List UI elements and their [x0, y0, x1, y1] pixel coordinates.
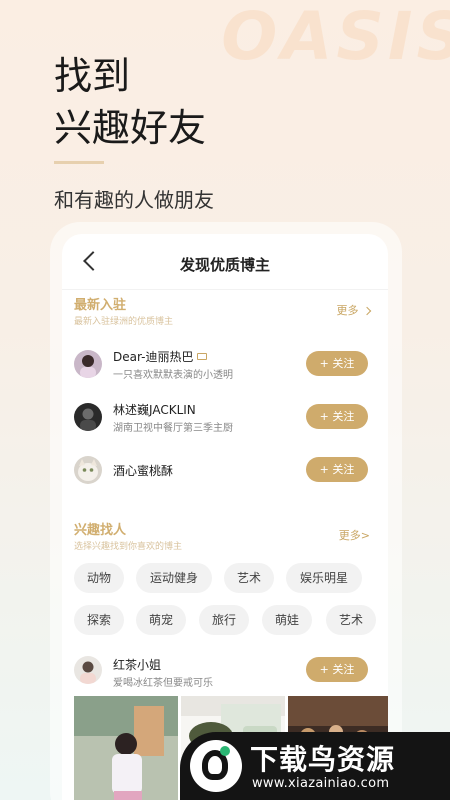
- interest-tag[interactable]: 艺术: [326, 605, 376, 635]
- interests-subtitle: 选择兴趣找到你喜欢的博主: [74, 542, 183, 552]
- app-screen: 发现优质博主 最新入驻 最新入驻绿洲的优质博主 更多 Dear-迪丽热巴 一只喜…: [62, 234, 388, 800]
- interests-title: 兴趣找人: [74, 523, 127, 538]
- avatar[interactable]: [74, 656, 102, 684]
- interest-tag[interactable]: 探索: [74, 605, 124, 635]
- user-desc: 一只喜欢默默表演的小透明: [113, 370, 233, 381]
- interest-tag[interactable]: 萌娃: [262, 605, 312, 635]
- newcomers-subtitle: 最新入驻绿洲的优质博主: [74, 317, 174, 327]
- interest-tag[interactable]: 动物: [74, 563, 124, 593]
- avatar[interactable]: [74, 403, 102, 431]
- newcomers-more-link[interactable]: 更多: [336, 302, 372, 318]
- diamond-badge-icon: [197, 353, 208, 360]
- oasis-background-text: OASIS: [221, 0, 450, 75]
- follow-button[interactable]: + 关注: [306, 404, 368, 429]
- chevron-right-icon: [362, 306, 372, 316]
- watermark-title: 下载鸟资源: [250, 743, 396, 776]
- user-name: Dear-迪丽热巴: [113, 348, 208, 365]
- interest-tag[interactable]: 艺术: [224, 563, 274, 593]
- nav-bar: 发现优质博主: [62, 234, 388, 290]
- avatar[interactable]: [74, 350, 102, 378]
- user-row[interactable]: Dear-迪丽热巴 一只喜欢默默表演的小透明 + 关注: [62, 338, 388, 391]
- interests-header: 兴趣找人 选择兴趣找到你喜欢的博主 更多>: [62, 517, 388, 563]
- user-row[interactable]: 酒心蜜桃酥 + 关注: [62, 444, 388, 497]
- user-row[interactable]: 林述巍JACKLIN 湖南卫视中餐厅第三季主厨 + 关注: [62, 391, 388, 444]
- user-name-text: Dear-迪丽热巴: [113, 350, 194, 364]
- watermark-url: www.xiazainiao.com: [252, 776, 390, 791]
- headline-line-1: 找到: [54, 54, 131, 98]
- interest-tags: 动物 运动健身 艺术 娱乐明星 探索 萌宠 旅行 萌娃 艺术: [62, 563, 388, 647]
- user-name: 酒心蜜桃酥: [113, 464, 174, 478]
- more-label: 更多: [336, 304, 359, 317]
- user-desc: 湖南卫视中餐厅第三季主厨: [113, 423, 233, 434]
- headline-line-2: 兴趣好友: [54, 106, 207, 150]
- headline-underline: [54, 161, 104, 164]
- watermark-logo-dot: [220, 746, 230, 756]
- interest-tag[interactable]: 运动健身: [136, 563, 212, 593]
- follow-button[interactable]: + 关注: [306, 351, 368, 376]
- feed-photo[interactable]: [74, 696, 178, 800]
- user-name: 红茶小姐: [113, 658, 162, 672]
- subheadline: 和有趣的人做朋友: [54, 188, 214, 212]
- follow-button[interactable]: + 关注: [306, 457, 368, 482]
- newcomers-header: 最新入驻 最新入驻绿洲的优质博主 更多: [62, 292, 388, 338]
- watermark-logo-icon: [190, 740, 242, 792]
- interests-more-link[interactable]: 更多>: [339, 527, 370, 543]
- user-name: 林述巍JACKLIN: [113, 403, 196, 417]
- interest-tag[interactable]: 旅行: [199, 605, 249, 635]
- follow-button[interactable]: + 关注: [306, 657, 368, 682]
- headline: 找到 兴趣好友: [54, 50, 206, 154]
- interest-tag[interactable]: 萌宠: [136, 605, 186, 635]
- user-desc: 爱喝冰红茶但要戒可乐: [113, 678, 213, 689]
- avatar[interactable]: [74, 456, 102, 484]
- newcomers-title: 最新入驻: [74, 298, 127, 313]
- page-title: 发现优质博主: [179, 256, 270, 274]
- interest-tag[interactable]: 娱乐明星: [286, 563, 362, 593]
